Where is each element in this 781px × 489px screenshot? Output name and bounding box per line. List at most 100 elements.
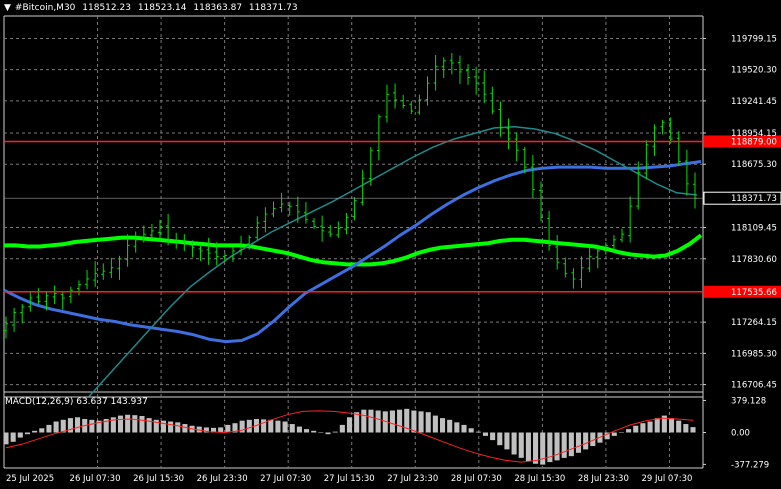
macd-histogram-bar: [397, 409, 403, 433]
macd-histogram-bar: [432, 415, 438, 433]
macd-histogram-bar: [117, 415, 124, 433]
y-tick-label: 118109.45: [731, 224, 777, 234]
current-price-label: 118371.73: [731, 194, 777, 204]
macd-histogram-bar: [375, 410, 381, 433]
low-value: 118363.87: [193, 3, 243, 13]
macd-histogram-bar: [261, 419, 267, 433]
macd-histogram-bar: [482, 432, 489, 436]
macd-histogram-bar: [425, 412, 431, 433]
macd-histogram-bar: [168, 421, 174, 433]
macd-histogram-bar: [568, 432, 574, 457]
macd-y-tick-label: 0.00: [731, 429, 750, 439]
y-tick-label: 119799.15: [731, 34, 777, 44]
macd-histogram-bar: [24, 432, 31, 435]
triangle-down-icon[interactable]: ▼: [4, 3, 11, 13]
y-tick-label: 118954.15: [731, 129, 777, 139]
macd-histogram-bar: [318, 432, 324, 433]
macd-histogram-bar: [618, 432, 624, 433]
macd-histogram-bar: [332, 431, 338, 433]
x-tick-label: 28 Jul 23:30: [578, 474, 629, 484]
macd-histogram-bar: [468, 428, 474, 433]
macd-main-value: 63.637: [76, 397, 108, 407]
macd-histogram-bar: [525, 432, 531, 462]
y-tick-label: 119241.45: [731, 97, 777, 107]
macd-histogram-bar: [690, 427, 696, 433]
macd-histogram-bar: [289, 424, 295, 433]
macd-histogram-bar: [39, 428, 45, 433]
macd-histogram-bar: [561, 432, 567, 458]
macd-histogram-bar: [3, 432, 9, 445]
macd-histogram-bar: [575, 432, 582, 453]
macd-histogram-bar: [668, 418, 675, 433]
open-value: 118512.23: [82, 3, 131, 13]
macd-histogram-bar: [361, 409, 367, 433]
y-tick-label: 116985.30: [731, 349, 777, 359]
macd-histogram-bar: [10, 432, 16, 442]
macd-histogram-bar: [304, 429, 310, 433]
macd-histogram-bar: [633, 425, 639, 433]
macd-histogram-bar: [89, 419, 95, 433]
macd-histogram-bar: [461, 424, 467, 433]
macd-y-tick-label: 379.128: [731, 396, 766, 406]
macd-histogram-bar: [160, 420, 166, 433]
macd-histogram-bar: [511, 432, 517, 455]
macd-histogram-bar: [368, 409, 374, 433]
x-tick-label: 29 Jul 07:30: [641, 474, 692, 484]
macd-histogram-bar: [268, 419, 274, 433]
chart-header: ▼ #Bitcoin,M30 118512.23 118523.14 118363…: [4, 3, 302, 13]
macd-histogram-bar: [175, 422, 181, 433]
macd-histogram-bar: [626, 429, 632, 433]
macd-histogram-bar: [132, 415, 138, 433]
macd-indicator-label: MACD(12,26,9): [5, 397, 74, 407]
macd-histogram-bar: [325, 432, 331, 435]
macd-histogram-bar: [676, 420, 682, 433]
macd-histogram-bar: [475, 431, 481, 433]
macd-histogram-bar: [46, 424, 52, 433]
macd-histogram-bar: [611, 432, 617, 436]
macd-histogram-bar: [411, 410, 417, 433]
x-tick-label: 26 Jul 23:30: [197, 474, 248, 484]
macd-signal-value: 143.937: [110, 397, 148, 407]
macd-histogram-bar: [282, 421, 288, 433]
x-tick-label: 25 Jul 2025: [6, 474, 54, 484]
macd-histogram-bar: [275, 420, 281, 433]
x-tick-label: 27 Jul 23:30: [387, 474, 438, 484]
macd-header: MACD(12,26,9) 63.637 143.937: [5, 397, 148, 407]
macd-histogram-bar: [354, 412, 360, 433]
macd-histogram-bar: [311, 430, 317, 433]
y-tick-label: 118675.30: [731, 160, 777, 170]
macd-histogram-bar: [504, 432, 510, 450]
macd-histogram-bar: [53, 421, 59, 433]
macd-histogram-bar: [554, 432, 560, 461]
macd-histogram-bar: [296, 426, 302, 433]
macd-histogram-bar: [125, 414, 131, 433]
x-tick-label: 26 Jul 15:30: [133, 474, 184, 484]
macd-histogram-bar: [490, 432, 496, 441]
x-tick-label: 28 Jul 15:30: [514, 474, 565, 484]
x-tick-label: 27 Jul 07:30: [260, 474, 311, 484]
y-tick-label: 117264.15: [731, 318, 777, 328]
x-tick-label: 26 Jul 07:30: [70, 474, 121, 484]
macd-histogram-bar: [533, 432, 539, 464]
macd-histogram-bar: [640, 423, 646, 433]
macd-histogram-bar: [683, 424, 689, 433]
macd-histogram-bar: [182, 424, 188, 433]
chart-window[interactable]: 118879.00 117535.66 118371.73 379.128 0.00-…: [0, 0, 781, 489]
macd-histogram-bar: [246, 419, 252, 433]
macd-histogram-bar: [447, 419, 453, 433]
symbol-label: #Bitcoin,M30: [14, 3, 76, 13]
macd-histogram-bar: [75, 417, 81, 433]
price-chart[interactable]: 118879.00117535.66118371.73 379.1280.00-…: [0, 0, 781, 489]
macd-histogram-bar: [346, 417, 353, 433]
macd-histogram-bar: [418, 411, 424, 433]
macd-histogram-bar: [454, 422, 460, 433]
y-tick-label: 117830.60: [731, 255, 777, 265]
y-tick-label: 116706.45: [731, 381, 777, 391]
price-level-label: 117535.66: [731, 288, 777, 298]
x-tick-label: 28 Jul 07:30: [451, 474, 502, 484]
macd-histogram-bar: [146, 418, 152, 433]
macd-histogram-bar: [339, 424, 345, 433]
y-tick-label: 119520.30: [731, 66, 777, 76]
macd-histogram-bar: [17, 432, 23, 438]
macd-histogram-bar: [439, 418, 446, 433]
